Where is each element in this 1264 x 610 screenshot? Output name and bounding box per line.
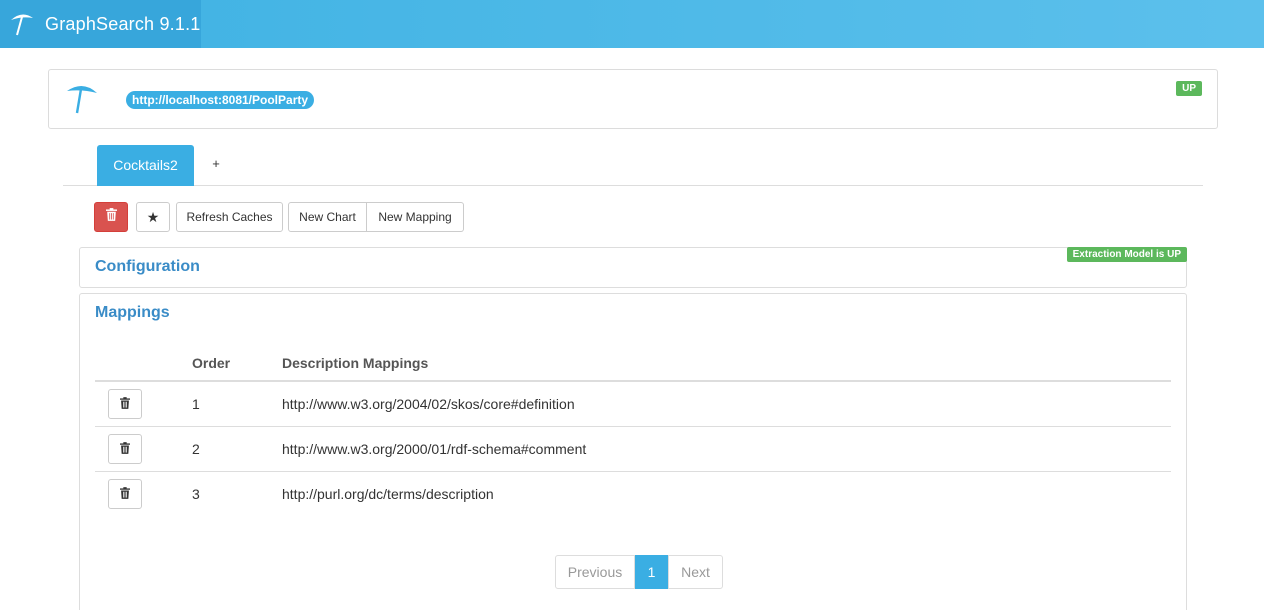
new-mapping-button[interactable]: New Mapping <box>367 202 464 232</box>
row-description: http://purl.org/dc/terms/description <box>282 485 494 502</box>
delete-mapping-button[interactable] <box>108 388 142 419</box>
delete-mapping-button[interactable] <box>108 478 142 509</box>
project-tabs: Cocktails2 + <box>63 145 1203 186</box>
table-row: 2 http://www.w3.org/2000/01/rdf-schema#c… <box>95 426 1171 472</box>
row-description: http://www.w3.org/2000/01/rdf-schema#com… <box>282 426 1171 472</box>
row-actions-cell <box>95 381 192 427</box>
trash-icon <box>120 486 130 502</box>
column-header-order: Order <box>192 346 282 382</box>
server-panel: http://localhost:8081/PoolParty UP <box>48 69 1218 129</box>
trash-icon <box>120 441 130 457</box>
umbrella-logo-icon <box>8 9 36 40</box>
column-header-actions <box>95 346 192 382</box>
delete-project-button[interactable] <box>94 202 128 232</box>
column-header-description: Description Mappings <box>282 346 1171 382</box>
favorite-button[interactable]: ★ <box>136 202 170 232</box>
trash-icon <box>105 203 117 231</box>
umbrella-logo-icon <box>65 82 99 116</box>
configuration-title[interactable]: Configuration <box>95 258 200 276</box>
add-tab-button[interactable]: + <box>209 145 223 183</box>
previous-page-button[interactable]: Previous <box>555 555 635 589</box>
row-order: 2 <box>192 426 282 472</box>
row-order: 3 <box>192 485 200 502</box>
toolbar: ★ Refresh Caches New Chart New Mapping <box>94 202 464 232</box>
delete-mapping-button[interactable] <box>108 433 142 464</box>
row-actions-cell <box>95 471 192 516</box>
row-description: http://www.w3.org/2004/02/skos/core#defi… <box>282 381 1171 427</box>
table-row: 1 http://www.w3.org/2004/02/skos/core#de… <box>95 381 1171 427</box>
configuration-panel: Configuration Extraction Model is UP <box>79 247 1187 288</box>
star-icon: ★ <box>146 209 160 225</box>
server-status-badge: UP <box>1176 81 1202 96</box>
top-navbar: GraphSearch 9.1.1 <box>0 0 1264 48</box>
pagination: Previous 1 Next <box>555 555 723 589</box>
refresh-caches-button[interactable]: Refresh Caches <box>176 202 283 232</box>
row-order: 1 <box>192 381 282 427</box>
next-page-button[interactable]: Next <box>668 555 723 589</box>
app-title: GraphSearch 9.1.1 <box>45 13 201 34</box>
server-url-badge[interactable]: http://localhost:8081/PoolParty <box>126 91 315 109</box>
trash-icon <box>120 396 130 412</box>
mappings-table: Order Description Mappings 1 http://www.… <box>95 346 1171 516</box>
row-actions-cell <box>95 426 192 472</box>
new-chart-button[interactable]: New Chart <box>288 202 367 232</box>
tab-cocktails2[interactable]: Cocktails2 <box>97 145 194 186</box>
page-1-button[interactable]: 1 <box>635 555 668 589</box>
table-header-row: Order Description Mappings <box>95 346 1171 382</box>
extraction-status-badge: Extraction Model is UP <box>1066 247 1187 262</box>
table-row: 3 http://purl.org/dc/terms/description <box>95 471 1171 516</box>
brand[interactable]: GraphSearch 9.1.1 <box>0 0 201 48</box>
mappings-title[interactable]: Mappings <box>95 304 170 322</box>
